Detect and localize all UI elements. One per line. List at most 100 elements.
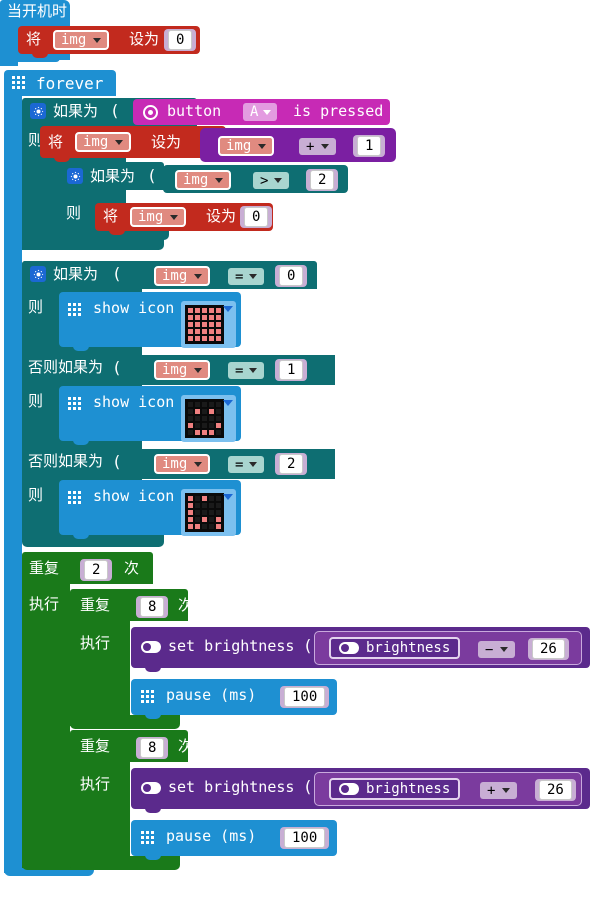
chevron-down-icon[interactable] <box>500 647 509 652</box>
button-suffix-label: is pressed <box>293 102 384 120</box>
block-repeat-inner1-foot[interactable] <box>70 715 180 729</box>
set-img-start-var-dropdown[interactable]: img <box>53 30 110 50</box>
block-if-chain-foot[interactable] <box>22 533 164 547</box>
compare2-operator-dropdown[interactable]: = <box>228 362 265 379</box>
set-img-start-value[interactable]: 0 <box>168 29 193 51</box>
button-prefix-label: button <box>167 102 222 120</box>
chevron-down-icon[interactable] <box>115 139 124 145</box>
chevron-down-icon[interactable] <box>223 306 233 312</box>
repeat-outer-times-socket[interactable]: 2 <box>80 559 113 581</box>
compare-gt-left-dropdown[interactable]: img <box>175 170 232 190</box>
button-select-dropdown[interactable]: A <box>243 103 278 121</box>
chevron-down-icon[interactable] <box>249 368 258 373</box>
brightness-up-reporter-label: brightness <box>366 781 451 797</box>
arith-operator-dropdown[interactable]: + <box>299 138 337 155</box>
gear-icon[interactable] <box>30 103 46 119</box>
blocks-workspace[interactable]: 当开机时 将 img 设为 0 forever 如果为 则 ( button A… <box>0 0 600 900</box>
chevron-down-icon[interactable] <box>249 274 258 279</box>
chevron-down-icon[interactable] <box>194 273 203 279</box>
block-repeat-inner2-rail[interactable] <box>70 757 130 867</box>
repeat-inner1-times-socket[interactable]: 8 <box>136 596 169 618</box>
repeat-inner2-do-word: 执行 <box>80 775 111 793</box>
set-img-increment-set-word: 将 <box>48 133 64 151</box>
set-img-reset-set-word: 将 <box>103 207 119 225</box>
brightness-down-value[interactable]: 26 <box>532 638 565 660</box>
chevron-down-icon[interactable] <box>249 462 258 467</box>
set-img-increment-var-dropdown[interactable]: img <box>75 132 132 152</box>
set-img-reset-value-socket[interactable]: 0 <box>240 206 273 228</box>
if-button-if-word: 如果为 <box>53 102 99 120</box>
compare2-right-value[interactable]: 1 <box>279 359 304 381</box>
chevron-down-icon[interactable] <box>258 143 267 149</box>
repeat-outer-times-value[interactable]: 2 <box>84 559 109 581</box>
pause-1-value[interactable]: 100 <box>284 686 326 708</box>
repeat-inner2-times-value[interactable]: 8 <box>140 737 165 759</box>
led-matrix-2[interactable] <box>185 399 224 438</box>
brightness-down-reporter[interactable]: brightness <box>329 637 461 659</box>
brightness-down-operator-dropdown[interactable]: − <box>478 641 516 658</box>
set-img-start-value-socket[interactable]: 0 <box>164 29 197 51</box>
chevron-down-icon[interactable] <box>223 400 233 406</box>
if-img-gt-open-paren: ( <box>147 166 157 185</box>
brightness-up-reporter[interactable]: brightness <box>329 778 461 800</box>
grid-dots-icon <box>141 690 154 703</box>
chevron-down-icon[interactable] <box>321 144 330 149</box>
compare1-operator-dropdown[interactable]: = <box>228 268 265 285</box>
compare1-right-socket[interactable]: 0 <box>275 265 308 287</box>
block-set-img-increment[interactable] <box>40 126 226 158</box>
set-brightness-down-paren: ( <box>303 636 313 655</box>
led-matrix-3[interactable] <box>185 493 224 532</box>
compare-gt-right-socket[interactable]: 2 <box>306 169 339 191</box>
chevron-down-icon[interactable] <box>194 461 203 467</box>
chevron-down-icon[interactable] <box>194 367 203 373</box>
repeat-inner1-times-value[interactable]: 8 <box>140 596 165 618</box>
compare-gt-right-value[interactable]: 2 <box>310 169 335 191</box>
pause-2-label: pause (ms) <box>166 827 257 845</box>
set-img-reset-value[interactable]: 0 <box>244 206 269 228</box>
led-icon-smile[interactable] <box>181 395 236 442</box>
set-img-reset-to-word: 设为 <box>206 207 237 225</box>
block-repeat-inner2-foot[interactable] <box>70 856 180 870</box>
forever-label: forever <box>36 74 104 93</box>
block-repeat-inner1-rail[interactable] <box>70 616 130 726</box>
compare3-operator-dropdown[interactable]: = <box>228 456 265 473</box>
compare-gt-operator-dropdown[interactable]: > <box>253 172 290 189</box>
compare2-left-dropdown[interactable]: img <box>154 360 211 380</box>
set-img-increment-to-word: 设为 <box>151 133 182 151</box>
led-icon-full-grid[interactable] <box>181 301 236 348</box>
repeat-inner2-times-word: 次 <box>178 737 194 755</box>
compare3-right-value[interactable]: 2 <box>279 453 304 475</box>
chevron-down-icon[interactable] <box>170 214 179 220</box>
arith-right-socket[interactable]: 1 <box>353 135 386 157</box>
compare3-left-dropdown[interactable]: img <box>154 454 211 474</box>
block-forever-left-rail[interactable] <box>4 88 22 873</box>
chevron-down-icon[interactable] <box>263 109 272 115</box>
compare2-right-socket[interactable]: 1 <box>275 359 308 381</box>
led-icon-pattern[interactable] <box>181 489 236 536</box>
set-img-reset-var-dropdown[interactable]: img <box>130 207 187 227</box>
if-chain-if-word: 如果为 <box>53 265 99 283</box>
gear-icon[interactable] <box>67 168 83 184</box>
show-icon-3-notch <box>73 534 89 539</box>
brightness-down-value-socket[interactable]: 26 <box>528 638 569 660</box>
block-repeat-outer-rail[interactable] <box>22 578 70 868</box>
chevron-down-icon[interactable] <box>274 178 283 183</box>
gear-icon[interactable] <box>30 266 46 282</box>
brightness-up-value[interactable]: 26 <box>539 779 572 801</box>
brightness-up-operator-dropdown[interactable]: + <box>480 782 518 799</box>
chevron-down-icon[interactable] <box>223 494 233 500</box>
chevron-down-icon[interactable] <box>502 788 511 793</box>
chevron-down-icon[interactable] <box>93 37 102 43</box>
pause-2-value[interactable]: 100 <box>284 827 326 849</box>
arith-left-var-dropdown[interactable]: img <box>218 136 275 156</box>
compare3-right-socket[interactable]: 2 <box>275 453 308 475</box>
chevron-down-icon[interactable] <box>215 177 224 183</box>
arith-right-value[interactable]: 1 <box>357 135 382 157</box>
repeat-inner2-times-socket[interactable]: 8 <box>136 737 169 759</box>
pause-2-value-socket[interactable]: 100 <box>280 827 330 849</box>
pause-1-value-socket[interactable]: 100 <box>280 686 330 708</box>
compare1-left-dropdown[interactable]: img <box>154 266 211 286</box>
brightness-up-value-socket[interactable]: 26 <box>535 779 576 801</box>
compare1-right-value[interactable]: 0 <box>279 265 304 287</box>
led-matrix-1[interactable] <box>185 305 224 344</box>
